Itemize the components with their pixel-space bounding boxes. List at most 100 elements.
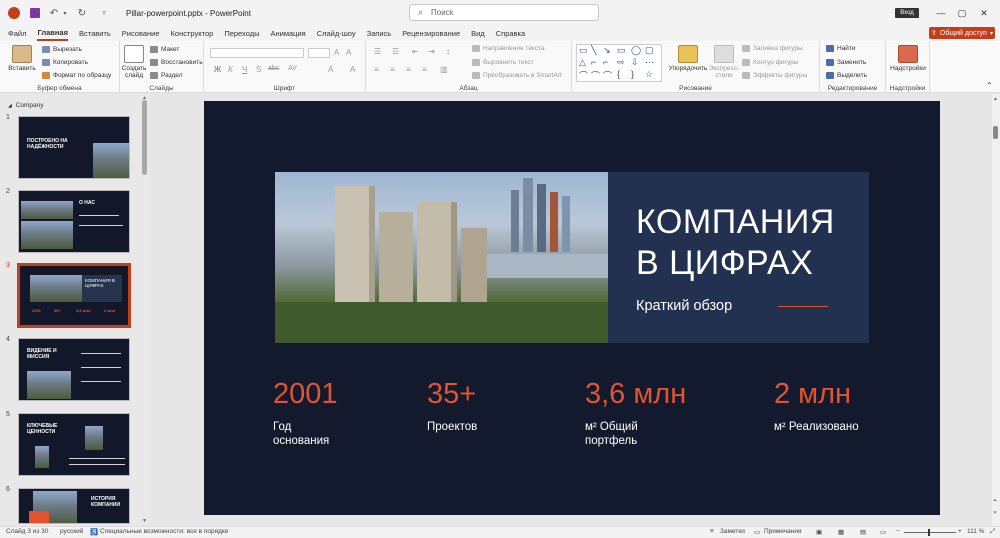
tab-home[interactable]: Главная	[37, 26, 68, 41]
stat-label[interactable]: Год основания	[273, 421, 329, 449]
redo-icon[interactable]: ↻	[74, 5, 90, 21]
customize-toolbar-icon[interactable]: ▿	[96, 5, 112, 21]
text-direction-button[interactable]: Направление текста	[472, 45, 545, 52]
select-button[interactable]: Выделить	[826, 72, 867, 79]
accessibility-status[interactable]: Специальные возможности: все в порядке	[100, 528, 228, 535]
tab-help[interactable]: Справка	[496, 26, 525, 41]
thumbnails-scrollbar[interactable]	[142, 100, 147, 175]
format-painter-button[interactable]: Формат по образцу	[42, 72, 111, 79]
stat-label[interactable]: Проектов	[427, 421, 477, 435]
curve-shape-icon[interactable]: ⌒	[579, 69, 588, 82]
slide-thumbnail-1[interactable]: ПОСТРОЕНО НА НАДЁЖНОСТИ	[18, 116, 130, 179]
reading-view-icon[interactable]: ▤	[860, 528, 866, 536]
bullets-icon[interactable]: ☰	[374, 47, 381, 56]
maximize-icon[interactable]: ▢	[954, 5, 970, 21]
arrow-shape-icon[interactable]: ↘	[603, 45, 611, 56]
minimize-icon[interactable]: —	[933, 5, 949, 21]
tab-view[interactable]: Вид	[471, 26, 485, 41]
undo-icon[interactable]: ↶	[46, 5, 62, 21]
tab-record[interactable]: Запись	[367, 26, 392, 41]
bend-shape-icon[interactable]: ⌒	[603, 69, 612, 82]
font-family-select[interactable]	[210, 48, 304, 58]
save-icon[interactable]	[30, 8, 40, 18]
line-spacing-icon[interactable]: ↕	[446, 47, 450, 56]
tab-transitions[interactable]: Переходы	[224, 26, 259, 41]
new-slide-button[interactable]: Создать слайд	[120, 45, 148, 79]
increase-indent-icon[interactable]: ⇥	[428, 47, 435, 56]
slide-thumbnail-3[interactable]: КОМПАНИЯ В ЦИФРАХ 2001 35+ 3,6 млн 2 млн	[17, 263, 131, 328]
italic-button[interactable]: К	[228, 65, 233, 74]
zoom-in-button[interactable]: +	[958, 528, 962, 535]
triangle-shape-icon[interactable]: △	[579, 57, 586, 68]
oval-shape-icon[interactable]: ◯	[631, 45, 641, 56]
normal-view-icon[interactable]: ▣	[816, 528, 822, 536]
star-shape-icon[interactable]: ☆	[645, 69, 653, 80]
decrease-indent-icon[interactable]: ⇤	[412, 47, 419, 56]
next-slide-icon[interactable]: ⏷	[993, 510, 997, 516]
arc-shape-icon[interactable]: ⌒	[591, 69, 600, 82]
shape-effects-button[interactable]: Эффекты фигуры	[742, 72, 807, 79]
comments-button[interactable]: Примечания	[764, 528, 802, 535]
tab-animations[interactable]: Анимация	[271, 26, 306, 41]
brace-right-shape-icon[interactable]: }	[631, 69, 634, 79]
slide-subtitle[interactable]: Краткий обзор	[636, 298, 732, 314]
textbox-shape-icon[interactable]: ▭	[579, 45, 588, 56]
align-text-button[interactable]: Выровнять текст	[472, 59, 534, 66]
stat-value[interactable]: 2001	[273, 378, 338, 411]
decrease-font-icon[interactable]: A	[346, 48, 351, 57]
paste-button[interactable]: Вставить	[8, 45, 36, 72]
prev-slide-icon[interactable]: ⏶	[993, 498, 997, 504]
copy-button[interactable]: Копировать	[42, 59, 88, 66]
cut-button[interactable]: Вырезать	[42, 46, 82, 53]
layout-button[interactable]: Макет	[150, 46, 179, 53]
quick-styles-button[interactable]: Экспресс-стили	[708, 45, 740, 79]
down-arrow-shape-icon[interactable]: ⇩	[631, 57, 639, 68]
smartart-button[interactable]: Преобразовать в SmartArt	[472, 72, 562, 79]
find-button[interactable]: Найти	[826, 45, 856, 52]
columns-icon[interactable]: ▥	[440, 65, 448, 74]
accessibility-icon[interactable]: ♿	[90, 528, 98, 536]
share-button[interactable]: ⇪ Общий доступ ▾	[929, 27, 995, 39]
editor-scrollbar-thumb[interactable]	[993, 126, 998, 139]
increase-font-icon[interactable]: A	[334, 48, 339, 57]
tab-file[interactable]: Файл	[8, 26, 26, 41]
arrange-button[interactable]: Упорядочить	[668, 45, 708, 72]
collapse-ribbon-icon[interactable]: ⌃	[986, 81, 993, 90]
search-box[interactable]: ⌕ Поиск	[409, 4, 599, 21]
right-arrow-shape-icon[interactable]: ⇨	[617, 57, 625, 68]
brace-left-shape-icon[interactable]: {	[617, 69, 620, 79]
addins-button[interactable]: Надстройки	[888, 45, 928, 72]
tab-design[interactable]: Конструктор	[171, 26, 214, 41]
elbow-shape-icon[interactable]: ⌐	[603, 57, 608, 67]
current-slide[interactable]: КОМПАНИЯ В ЦИФРАХ Краткий обзор 2001 Год…	[204, 101, 940, 515]
editor-scrollbar-track[interactable]	[992, 94, 1000, 526]
comments-icon[interactable]: ▭	[754, 528, 760, 536]
tab-draw[interactable]: Рисование	[122, 26, 160, 41]
font-size-select[interactable]	[308, 48, 330, 58]
section-header[interactable]: ◢ Company	[8, 102, 44, 109]
close-icon[interactable]: ✕	[976, 5, 992, 21]
reset-button[interactable]: Восстановить	[150, 59, 203, 66]
stat-value[interactable]: 35+	[427, 378, 476, 411]
tab-review[interactable]: Рецензирование	[402, 26, 460, 41]
char-spacing-button[interactable]: AV	[288, 65, 297, 72]
strikethrough-button[interactable]: abc	[268, 65, 279, 72]
stat-label[interactable]: м² Общий портфель	[585, 421, 638, 449]
slide-thumbnail-4[interactable]: ВИДЕНИЕ И МИССИЯ	[18, 338, 130, 401]
numbering-icon[interactable]: ☰	[392, 47, 399, 56]
stat-value[interactable]: 2 млн	[774, 378, 851, 411]
notes-button[interactable]: Заметки	[720, 528, 745, 535]
rectangle-shape-icon[interactable]: ▭	[617, 45, 626, 56]
scroll-down-icon[interactable]: ▼	[142, 518, 147, 524]
shapes-gallery[interactable]: ▭ ╲ ↘ ▭ ◯ ▢ △ ⌐ ⌐ ⇨ ⇩ ⋯ ⌒ ⌒ ⌒ { } ☆	[576, 44, 662, 82]
zoom-out-button[interactable]: −	[896, 528, 900, 535]
scroll-up-icon[interactable]: ▲	[993, 96, 998, 102]
justify-icon[interactable]: ≡	[422, 65, 427, 74]
align-center-icon[interactable]: ≡	[390, 65, 395, 74]
rounded-rect-shape-icon[interactable]: ▢	[645, 45, 654, 56]
stat-value[interactable]: 3,6 млн	[585, 378, 686, 411]
bold-button[interactable]: Ж	[214, 65, 221, 74]
more-shapes-icon[interactable]: ⋯	[645, 57, 654, 68]
connector-shape-icon[interactable]: ⌐	[591, 57, 596, 67]
notes-icon[interactable]: ≡	[710, 528, 714, 535]
